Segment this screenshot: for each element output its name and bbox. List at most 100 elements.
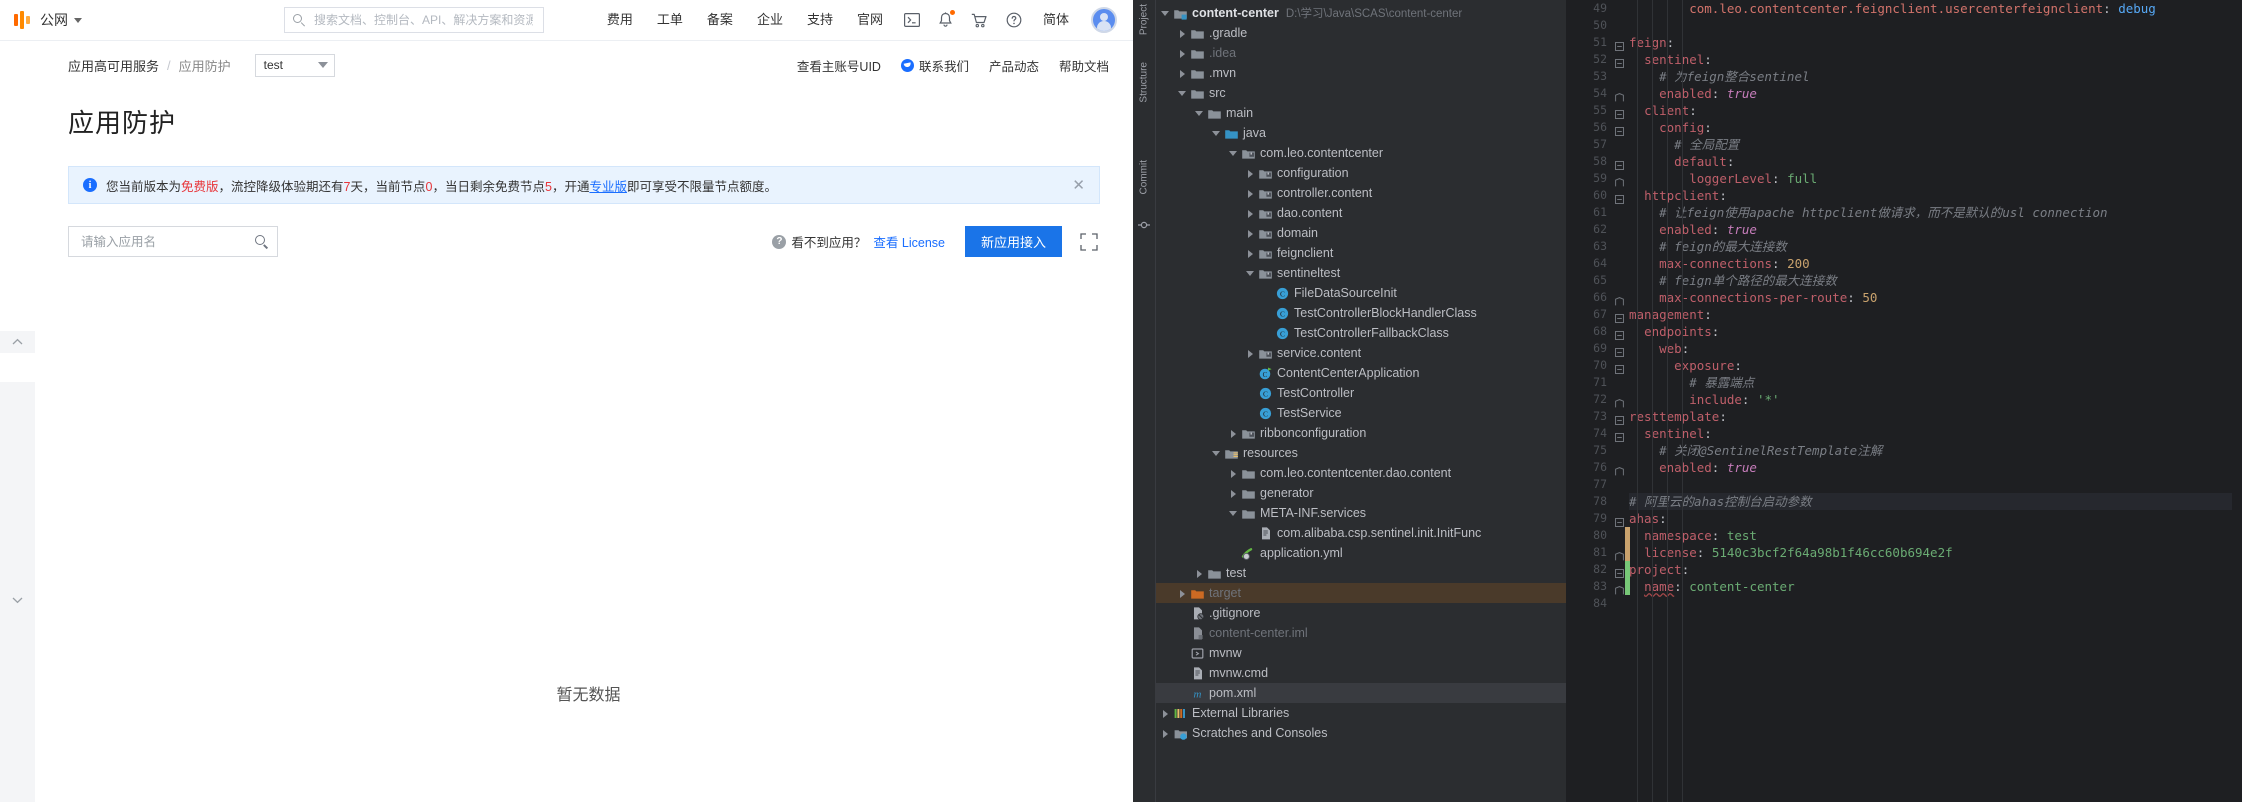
topnav-item-support[interactable]: 支持 (795, 0, 845, 40)
vcs-change-marker[interactable] (1625, 527, 1630, 561)
breadcrumb-parent[interactable]: 应用高可用服务 (68, 56, 159, 75)
fold-end-icon[interactable] (1615, 395, 1624, 408)
tree-row[interactable]: application.yml (1156, 543, 1566, 563)
cart-icon[interactable] (963, 0, 997, 40)
tree-row[interactable]: content-center.iml (1156, 623, 1566, 643)
fold-collapse-icon[interactable] (1615, 55, 1624, 68)
chevron-right-icon[interactable] (1228, 468, 1239, 479)
fold-collapse-icon[interactable] (1615, 157, 1624, 170)
app-search[interactable] (68, 226, 278, 257)
terminal-icon[interactable] (895, 0, 929, 40)
rail-collapse-down-button[interactable] (0, 589, 35, 611)
tree-row[interactable]: feignclient (1156, 243, 1566, 263)
tool-window-project[interactable]: Project (1139, 4, 1150, 35)
tree-row[interactable]: src (1156, 83, 1566, 103)
fold-end-icon[interactable] (1615, 548, 1624, 561)
tree-row[interactable]: generator (1156, 483, 1566, 503)
chevron-right-icon[interactable] (1160, 708, 1171, 719)
help-icon[interactable] (997, 0, 1031, 40)
chevron-right-icon[interactable] (1177, 68, 1188, 79)
close-icon[interactable]: ✕ (1072, 178, 1085, 193)
tree-row[interactable]: m pom.xml (1156, 683, 1566, 703)
link-contact-us[interactable]: 联系我们 (900, 56, 969, 75)
vcs-added-marker[interactable] (1625, 561, 1630, 595)
tree-row[interactable]: service.content (1156, 343, 1566, 363)
fold-collapse-icon[interactable] (1615, 106, 1624, 119)
chevron-down-icon[interactable] (1211, 128, 1222, 139)
link-view-uid[interactable]: 查看主账号UID (797, 56, 881, 75)
fold-end-icon[interactable] (1615, 293, 1624, 306)
chevron-down-icon[interactable] (1228, 508, 1239, 519)
fold-collapse-icon[interactable] (1615, 310, 1624, 323)
chevron-right-icon[interactable] (1245, 208, 1256, 219)
tree-row[interactable]: C TestControllerFallbackClass (1156, 323, 1566, 343)
chevron-right-icon[interactable] (1245, 228, 1256, 239)
editor-code-area[interactable]: com.leo.contentcenter.feignclient.userce… (1629, 0, 2242, 802)
tree-row[interactable]: ribbonconfiguration (1156, 423, 1566, 443)
bell-icon[interactable] (929, 0, 963, 40)
tree-row[interactable]: java (1156, 123, 1566, 143)
tool-window-commit[interactable]: Commit (1139, 160, 1150, 194)
topnav-item-enterprise[interactable]: 企业 (745, 0, 795, 40)
tree-row[interactable]: configuration (1156, 163, 1566, 183)
tree-row[interactable]: com.leo.contentcenter.dao.content (1156, 463, 1566, 483)
fold-collapse-icon[interactable] (1615, 429, 1624, 442)
fullscreen-icon[interactable] (1078, 231, 1100, 253)
tree-row[interactable]: mvnw (1156, 643, 1566, 663)
tree-row[interactable]: content-center D:\学习\Java\SCAS\content-ce… (1156, 3, 1566, 23)
fold-end-icon[interactable] (1615, 463, 1624, 476)
tree-row[interactable]: META-INF.services (1156, 503, 1566, 523)
language-selector[interactable]: 简体 (1031, 0, 1081, 40)
fold-collapse-icon[interactable] (1615, 327, 1624, 340)
chevron-down-icon[interactable] (1194, 108, 1205, 119)
tree-row[interactable]: External Libraries (1156, 703, 1566, 723)
chevron-right-icon[interactable] (1228, 488, 1239, 499)
fold-end-icon[interactable] (1615, 89, 1624, 102)
topnav-item-tickets[interactable]: 工单 (645, 0, 695, 40)
tree-row[interactable]: .mvn (1156, 63, 1566, 83)
tree-row[interactable]: test (1156, 563, 1566, 583)
fold-collapse-icon[interactable] (1615, 344, 1624, 357)
chevron-down-icon[interactable] (1160, 8, 1171, 19)
tree-row[interactable]: C FileDataSourceInit (1156, 283, 1566, 303)
new-app-button[interactable]: 新应用接入 (964, 226, 1062, 257)
chevron-right-icon[interactable] (1228, 428, 1239, 439)
chevron-right-icon[interactable] (1245, 348, 1256, 359)
topnav-item-icp[interactable]: 备案 (695, 0, 745, 40)
chevron-right-icon[interactable] (1177, 28, 1188, 39)
tree-row[interactable]: C TestControllerBlockHandlerClass (1156, 303, 1566, 323)
tree-row[interactable]: com.leo.contentcenter (1156, 143, 1566, 163)
app-search-input[interactable] (79, 233, 251, 250)
link-product-news[interactable]: 产品动态 (989, 56, 1039, 75)
topnav-item-official-site[interactable]: 官网 (845, 0, 895, 40)
global-search-input[interactable] (312, 12, 535, 28)
network-selector[interactable]: 公网 (40, 10, 82, 30)
avatar[interactable] (1091, 7, 1117, 33)
code-editor[interactable]: 49 50 51 52 53 54 55 56 57 58 59 60 61 62 63 64 65 66 67 68… (1567, 0, 2242, 802)
tree-row[interactable]: target (1156, 583, 1566, 603)
tree-row[interactable]: C TestService (1156, 403, 1566, 423)
topnav-item-fees[interactable]: 费用 (595, 0, 645, 40)
fold-collapse-icon[interactable] (1615, 38, 1624, 51)
project-tree[interactable]: content-center D:\学习\Java\SCAS\content-ce… (1156, 0, 1567, 802)
commit-icon[interactable] (1138, 218, 1150, 230)
fold-end-icon[interactable] (1615, 174, 1624, 187)
global-search[interactable] (284, 7, 544, 33)
view-license-link[interactable]: 查看 License (873, 232, 945, 251)
fold-collapse-icon[interactable] (1615, 123, 1624, 136)
chevron-down-icon[interactable] (1245, 268, 1256, 279)
chevron-down-icon[interactable] (1177, 88, 1188, 99)
search-icon[interactable] (255, 234, 269, 249)
chevron-right-icon[interactable] (1160, 728, 1171, 739)
fold-end-icon[interactable] (1615, 582, 1624, 595)
fold-collapse-icon[interactable] (1615, 565, 1624, 578)
chevron-right-icon[interactable] (1245, 248, 1256, 259)
chevron-right-icon[interactable] (1194, 568, 1205, 579)
tree-row[interactable]: dao.content (1156, 203, 1566, 223)
tree-row[interactable]: domain (1156, 223, 1566, 243)
tree-row[interactable]: sentineltest (1156, 263, 1566, 283)
fold-collapse-icon[interactable] (1615, 514, 1624, 527)
tree-row[interactable]: mvnw.cmd (1156, 663, 1566, 683)
app-selector[interactable]: test (254, 53, 335, 77)
tree-row[interactable]: com.alibaba.csp.sentinel.init.InitFunc (1156, 523, 1566, 543)
